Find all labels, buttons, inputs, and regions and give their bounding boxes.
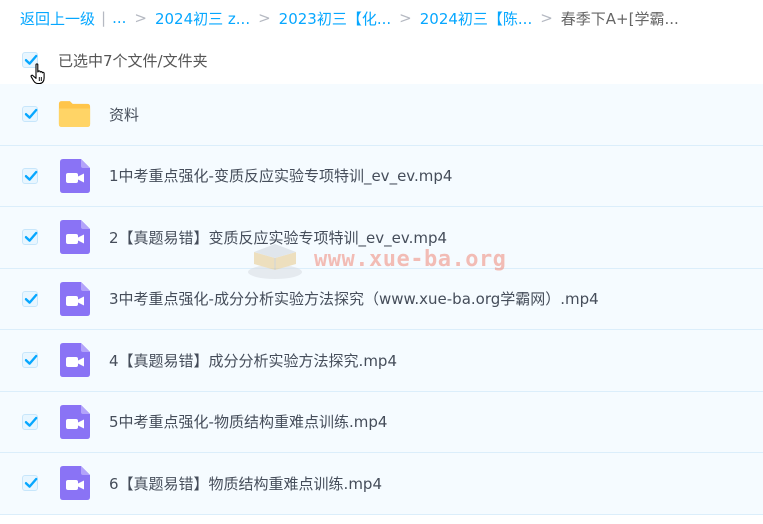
checkmark-icon [24,355,38,366]
list-item[interactable]: 资料 [0,84,763,146]
hand-cursor-icon [30,63,45,85]
checkmark-icon [24,478,38,489]
list-item[interactable]: 4【真题易错】成分分析实验方法探究.mp4 [0,330,763,392]
chevron-right-icon: > [258,9,271,27]
chevron-right-icon: > [540,9,553,27]
list-item[interactable]: 2【真题易错】变质反应实验专项特训_ev_ev.mp4 [0,207,763,269]
video-file-icon [58,220,91,255]
checkmark-icon [24,293,38,304]
video-file-icon [58,404,91,439]
breadcrumb: 返回上一级 | ... > 2024初三 z... > 2023初三【化... … [0,0,763,36]
chevron-right-icon: > [399,9,412,27]
video-file-icon [58,343,91,378]
checkmark-icon [24,109,38,120]
row-checkbox[interactable] [22,167,38,184]
list-item[interactable]: 1中考重点强化-变质反应实验专项特训_ev_ev.mp4 [0,145,763,207]
checkmark-icon [24,416,38,427]
file-name[interactable]: 资料 [109,104,139,125]
breadcrumb-divider: | [101,9,107,27]
list-item[interactable]: 5中考重点强化-物质结构重难点训练.mp4 [0,391,763,453]
breadcrumb-item-3[interactable]: 2024初三【陈... [420,8,532,29]
row-checkbox[interactable] [22,475,38,492]
row-checkbox[interactable] [22,413,38,430]
list-item[interactable]: 6【真题易错】物质结构重难点训练.mp4 [0,453,763,515]
video-file-icon [58,281,91,316]
file-list: 资料 1中考重点强化-变质反应实验专项特训_ev_ev.mp4 2【真题易错】变… [0,84,763,515]
file-name[interactable]: 1中考重点强化-变质反应实验专项特训_ev_ev.mp4 [109,165,452,186]
file-name[interactable]: 3中考重点强化-成分分析实验方法探究（www.xue-ba.org学霸网）.mp… [109,288,599,309]
checkmark-icon [24,232,38,243]
checkmark-icon [24,170,38,181]
folder-icon [58,98,91,131]
chevron-right-icon: > [134,9,147,27]
breadcrumb-item-1[interactable]: 2024初三 z... [155,8,250,29]
file-name[interactable]: 5中考重点强化-物质结构重难点训练.mp4 [109,411,387,432]
video-file-icon [58,158,91,193]
breadcrumb-current: 春季下A+[学霸... [560,9,679,28]
back-link[interactable]: 返回上一级 [20,8,95,29]
file-name[interactable]: 4【真题易错】成分分析实验方法探究.mp4 [109,350,397,371]
row-checkbox[interactable] [22,352,38,369]
selection-count-label: 已选中7个文件/文件夹 [58,51,208,70]
file-name[interactable]: 6【真题易错】物质结构重难点训练.mp4 [109,473,382,494]
file-name[interactable]: 2【真题易错】变质反应实验专项特训_ev_ev.mp4 [109,227,447,248]
list-item[interactable]: 3中考重点强化-成分分析实验方法探究（www.xue-ba.org学霸网）.mp… [0,268,763,330]
breadcrumb-ellipsis[interactable]: ... [112,9,126,27]
selection-bar: 已选中7个文件/文件夹 [0,40,763,80]
row-checkbox[interactable] [22,106,38,123]
row-checkbox[interactable] [22,290,38,307]
row-checkbox[interactable] [22,229,38,246]
breadcrumb-item-2[interactable]: 2023初三【化... [279,8,391,29]
video-file-icon [58,466,91,501]
